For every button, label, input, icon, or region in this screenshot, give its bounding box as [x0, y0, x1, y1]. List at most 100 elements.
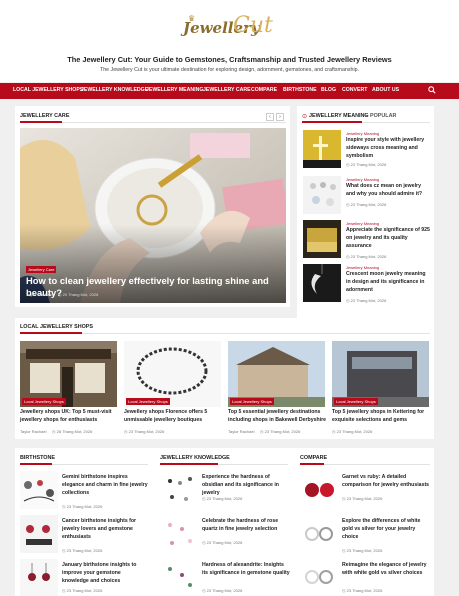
- birthstone-thumb-2[interactable]: [20, 515, 58, 553]
- thumb-photo: [305, 570, 333, 584]
- thumb-photo: [311, 264, 323, 294]
- logo-script: Cut: [233, 13, 273, 38]
- meaning-thumb-3[interactable]: [303, 220, 341, 258]
- search-icon[interactable]: [428, 86, 436, 94]
- thumb-photo: [305, 527, 333, 541]
- site-header: ♛ Jewellery Cut The Jewellery Cut: Your …: [0, 0, 459, 82]
- list-item-title[interactable]: Hardness of alexandrite: Insights its si…: [202, 562, 290, 578]
- list-item-date: ◷ 23 Thang Mot, 2026: [202, 588, 243, 593]
- section-accent: [20, 332, 82, 334]
- meaning-thumb-4[interactable]: [303, 264, 341, 302]
- nav-birthstone[interactable]: BIRTHSTONE: [283, 87, 317, 93]
- list-item-title[interactable]: Garnet vs ruby: A detailed comparison fo…: [342, 474, 430, 490]
- list-item-title[interactable]: Crescent moon jewelry meaning in design …: [346, 271, 430, 294]
- hero-category-badge[interactable]: Jewellery Care: [26, 266, 57, 273]
- shop-title[interactable]: Top 5 jewellery shops in Kettering for e…: [332, 409, 429, 425]
- shop-date: ◷ 23 Thang Mot, 2026: [260, 429, 301, 434]
- tab-jewellery-meaning[interactable]: JEWELLERY MEANING: [309, 113, 369, 119]
- list-item-date: ◷ 23 Thang Mot, 2026: [346, 162, 387, 167]
- list-item-title[interactable]: What does cz mean on jewelry and why you…: [346, 183, 430, 199]
- tag-icon: ⊙: [302, 114, 308, 120]
- carousel-next-button[interactable]: ›: [276, 113, 284, 121]
- nav-blog[interactable]: BLOG: [321, 87, 336, 93]
- birthstone-thumb-3[interactable]: [20, 559, 58, 596]
- list-item-category[interactable]: Jewellery Meaning: [346, 221, 379, 226]
- main-nav: LOCAL JEWELLERY SHOPS JEWELLERY KNOWLEDG…: [0, 83, 459, 99]
- knowledge-thumb-3[interactable]: [160, 559, 198, 596]
- list-item-title[interactable]: Inspire your style with jewellery sidewa…: [346, 137, 430, 160]
- nav-compare[interactable]: COMPARE: [251, 87, 277, 93]
- list-item-date: ◷ 23 Thang Mot, 2026: [342, 496, 383, 501]
- list-item-date: ◷ 23 Thang Mot, 2026: [62, 504, 103, 509]
- list-item-date: ◷ 23 Thang Mot, 2026: [62, 548, 103, 553]
- compare-thumb-3[interactable]: [300, 559, 338, 596]
- nav-local-jewellery-shops[interactable]: LOCAL JEWELLERY SHOPS: [13, 87, 83, 93]
- list-item-date: ◷ 23 Thang Mot, 2026: [342, 588, 383, 593]
- site-logo[interactable]: ♛ Jewellery Cut: [183, 13, 275, 43]
- list-item-title[interactable]: Reimagine the elegance of jewelry with w…: [342, 562, 430, 578]
- shop-title[interactable]: Jewellery shops Florence offers 5 unmiss…: [124, 409, 221, 425]
- thumb-photo: [28, 563, 50, 581]
- section-label-compare: COMPARE: [300, 455, 328, 461]
- site-tagline: The Jewellery Cut is your ultimate desti…: [99, 67, 360, 73]
- section-label-jewellery-knowledge: JEWELLERY KNOWLEDGE: [160, 455, 230, 461]
- thumb-photo: [305, 483, 334, 497]
- nav-about-us[interactable]: ABOUT US: [372, 87, 399, 93]
- knowledge-thumb-2[interactable]: [160, 515, 198, 553]
- carousel-prev-button[interactable]: ‹: [266, 113, 274, 121]
- meaning-thumb-2[interactable]: [303, 176, 341, 214]
- shop-title[interactable]: Jewellery shops UK: Top 5 must-visit jew…: [20, 409, 117, 425]
- shop-badge[interactable]: Local Jewellery Shops: [126, 398, 170, 405]
- list-item-date: ◷ 23 Thang Mot, 2026: [202, 540, 243, 545]
- list-item-category[interactable]: Jewellery Meaning: [346, 177, 379, 182]
- chevron-right-icon: ›: [279, 114, 281, 120]
- section-accent: [20, 463, 52, 465]
- nav-jewellery-care[interactable]: JEWELLERY CARE: [203, 87, 251, 93]
- shop-title[interactable]: Top 5 essential jewellery destinations i…: [228, 409, 327, 425]
- section-label-birthstone: BIRTHSTONE: [20, 455, 55, 461]
- list-item-title[interactable]: Experience the hardness of obsidian and …: [202, 474, 290, 497]
- thumb-photo: [23, 480, 55, 502]
- list-item-title[interactable]: Explore the differences of white gold vs…: [342, 518, 430, 541]
- section-accent: [300, 463, 324, 465]
- nav-convert[interactable]: CONVERT: [342, 87, 367, 93]
- hero-author[interactable]: Taylor Rachael: [26, 292, 52, 297]
- hero-date: ◷ 20 Thang Mot, 2026: [58, 292, 99, 297]
- section-accent: [160, 463, 218, 465]
- thumb-photo: [168, 477, 192, 501]
- thumb-photo: [307, 228, 337, 252]
- chevron-left-icon: ‹: [269, 114, 271, 120]
- shop-author[interactable]: Taylor Rachael: [20, 429, 46, 434]
- list-item-title[interactable]: January birthstone insights to improve y…: [62, 562, 148, 585]
- compare-thumb-2[interactable]: [300, 515, 338, 553]
- list-item-title[interactable]: Cancer birthstone insights for jewelry l…: [62, 518, 148, 541]
- thumb-photo: [168, 523, 192, 545]
- list-item-title[interactable]: Appreciate the significance of 925 on je…: [346, 227, 430, 250]
- shop-date: ◷ 23 Thang Mot, 2026: [124, 429, 165, 434]
- nav-jewellery-knowledge[interactable]: JEWELLERY KNOWLEDGE: [81, 87, 148, 93]
- popular-icon: ϟ: [364, 113, 367, 119]
- birthstone-thumb-1[interactable]: [20, 471, 58, 509]
- section-accent: [302, 121, 362, 123]
- shop-date: ◷ 28 Thang Mot, 2026: [52, 429, 93, 434]
- list-item-date: ◷ 23 Thang Mot, 2026: [346, 298, 387, 303]
- list-item-date: ◷ 23 Thang Mot, 2026: [346, 254, 387, 259]
- shop-badge[interactable]: Local Jewellery Shops: [334, 398, 378, 405]
- list-item-category[interactable]: Jewellery Meaning: [346, 265, 379, 270]
- list-item-title[interactable]: Gemini birthstone inspires elegance and …: [62, 474, 148, 497]
- shop-badge[interactable]: Local Jewellery Shops: [22, 398, 66, 405]
- shop-date: ◷ 23 Thang Mot, 2026: [332, 429, 373, 434]
- list-item-title[interactable]: Celebrate the hardness of rose quartz in…: [202, 518, 290, 534]
- section-label-local-shops: LOCAL JEWELLERY SHOPS: [20, 324, 93, 330]
- compare-thumb-1[interactable]: [300, 471, 338, 509]
- tab-popular[interactable]: POPULAR: [370, 113, 396, 119]
- shop-author[interactable]: Taylor Rachael: [228, 429, 254, 434]
- knowledge-thumb-1[interactable]: [160, 471, 198, 509]
- section-accent: [20, 121, 62, 123]
- section-label-jewellery-care: JEWELLERY CARE: [20, 113, 70, 119]
- list-item-category[interactable]: Jewellery Meaning: [346, 131, 379, 136]
- shop-badge[interactable]: Local Jewellery Shops: [230, 398, 274, 405]
- list-item-date: ◷ 23 Thang Mot, 2026: [342, 548, 383, 553]
- meaning-thumb-1[interactable]: [303, 130, 341, 168]
- nav-jewellery-meaning[interactable]: JEWELLERY MEANING: [146, 87, 203, 93]
